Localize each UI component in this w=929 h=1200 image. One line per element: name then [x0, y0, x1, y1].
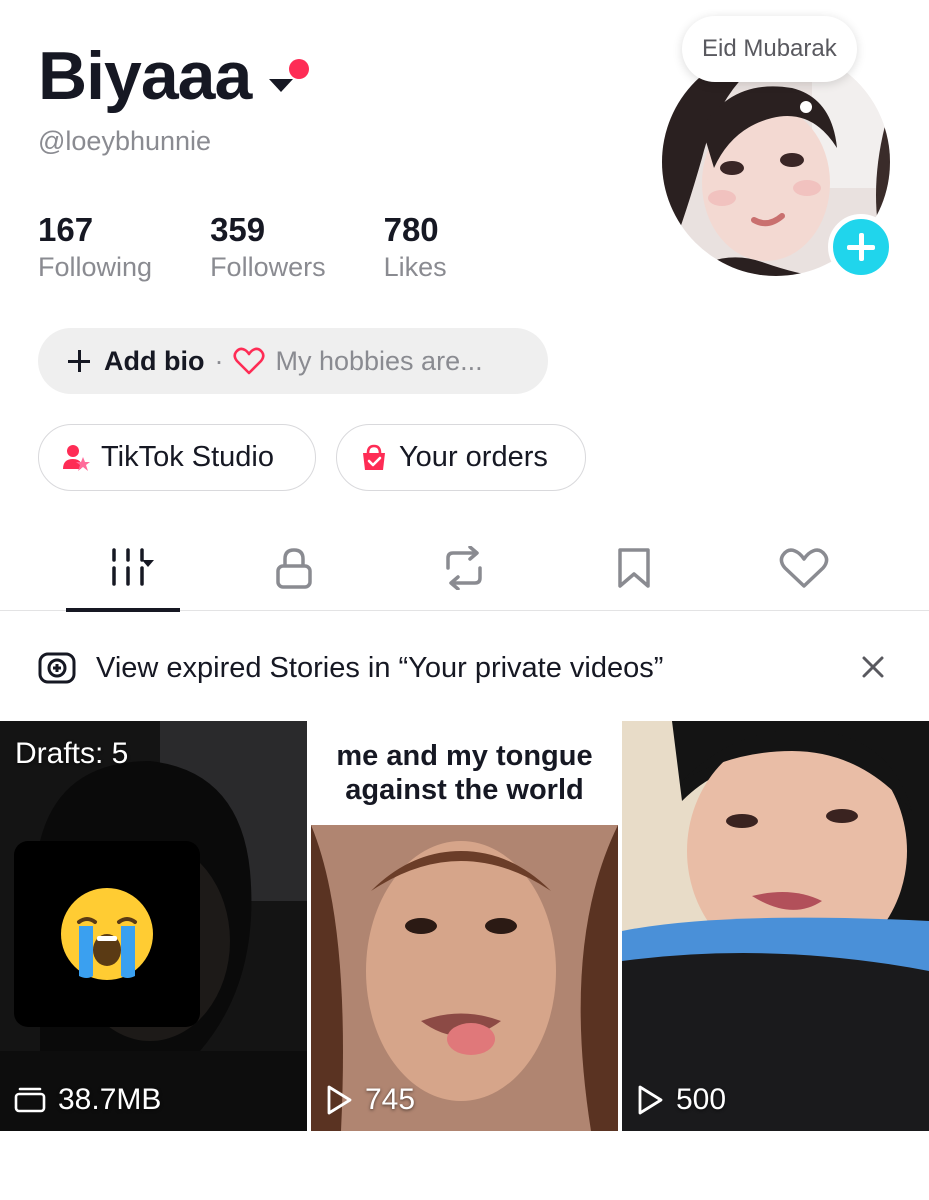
- profile-stats: 167 Following 359 Followers 780 Likes: [38, 210, 505, 284]
- your-orders-button[interactable]: Your orders: [336, 424, 586, 491]
- creator-studio-icon: [63, 444, 90, 471]
- caption-line-1: me and my tongue: [336, 740, 593, 772]
- following-label: Following: [38, 252, 153, 282]
- draft-size: 38.7MB: [14, 1083, 161, 1117]
- add-bio-button[interactable]: Add bio · My hobbies are...: [38, 328, 548, 394]
- your-orders-label: Your orders: [399, 441, 548, 473]
- play-icon: [327, 1085, 352, 1115]
- note-bubble[interactable]: Eid Mubarak: [682, 16, 857, 82]
- caption-line-2: against the world: [345, 774, 584, 806]
- repost-icon: [446, 546, 482, 590]
- bio-hint: My hobbies are...: [275, 345, 483, 376]
- tab-favorites[interactable]: [594, 525, 674, 611]
- display-name: Biyaaa: [38, 38, 252, 114]
- likes-count: 780: [383, 211, 439, 248]
- profile-header: Biyaaa: [38, 36, 313, 116]
- tab-videos[interactable]: [66, 525, 180, 612]
- storage-icon: [14, 1087, 46, 1113]
- loudly-crying-face-icon: [61, 888, 153, 980]
- view-count: 500: [636, 1083, 726, 1117]
- tab-liked[interactable]: [764, 525, 844, 611]
- account-switcher-button[interactable]: [269, 51, 313, 101]
- video-thumbnail: [622, 721, 929, 1131]
- notification-dot: [289, 59, 310, 79]
- bookmark-icon: [618, 548, 650, 588]
- close-icon[interactable]: [860, 654, 886, 680]
- followers-count: 359: [210, 211, 266, 248]
- followers-label: Followers: [210, 252, 326, 282]
- add-story-button[interactable]: [828, 214, 894, 280]
- bio-separator: ·: [214, 345, 224, 376]
- stat-followers[interactable]: 359 Followers: [210, 210, 326, 284]
- stories-icon: [38, 652, 76, 684]
- videos-grid-icon: [112, 548, 154, 586]
- expired-stories-banner[interactable]: View expired Stories in “Your private vi…: [0, 630, 929, 704]
- tab-private[interactable]: [254, 525, 334, 611]
- active-tab-indicator: [66, 608, 180, 612]
- profile-tabs: [0, 525, 929, 612]
- following-count: 167: [38, 211, 94, 248]
- add-bio-label: Add bio: [104, 345, 205, 376]
- chevron-down-icon: [269, 79, 294, 92]
- shopping-bag-icon: [363, 444, 385, 470]
- video-grid: Drafts: 5 38.7MB me and my tongue agains…: [0, 721, 929, 1131]
- stat-following[interactable]: 167 Following: [38, 210, 152, 284]
- drafts-count: Drafts: 5: [15, 737, 129, 770]
- heart-icon: [779, 548, 829, 588]
- banner-text: View expired Stories in “Your private vi…: [96, 652, 664, 684]
- tiktok-studio-button[interactable]: TikTok Studio: [38, 424, 316, 491]
- heart-outline-icon: [233, 347, 266, 375]
- note-bubble-tail: [800, 101, 812, 113]
- draft-size-value: 38.7MB: [58, 1083, 162, 1116]
- video-caption: me and my tongue against the world: [311, 721, 618, 825]
- lock-icon: [276, 548, 312, 589]
- video-tile[interactable]: me and my tongue against the world 745: [311, 721, 618, 1131]
- stat-likes[interactable]: 780 Likes: [384, 210, 447, 284]
- view-count-value: 500: [676, 1083, 727, 1116]
- username: @loeybhunnie: [38, 126, 212, 156]
- draft-emoji-sticker: [14, 841, 200, 1027]
- avatar-container: [662, 48, 894, 280]
- view-count: 745: [325, 1083, 415, 1117]
- tiktok-studio-label: TikTok Studio: [101, 441, 274, 473]
- tab-reposts[interactable]: [424, 525, 504, 611]
- video-tile[interactable]: 500: [622, 721, 929, 1131]
- drafts-tile[interactable]: Drafts: 5 38.7MB: [0, 721, 307, 1131]
- view-count-value: 745: [365, 1083, 416, 1116]
- plus-icon: [68, 350, 90, 372]
- play-icon: [638, 1085, 663, 1115]
- likes-label: Likes: [383, 252, 447, 282]
